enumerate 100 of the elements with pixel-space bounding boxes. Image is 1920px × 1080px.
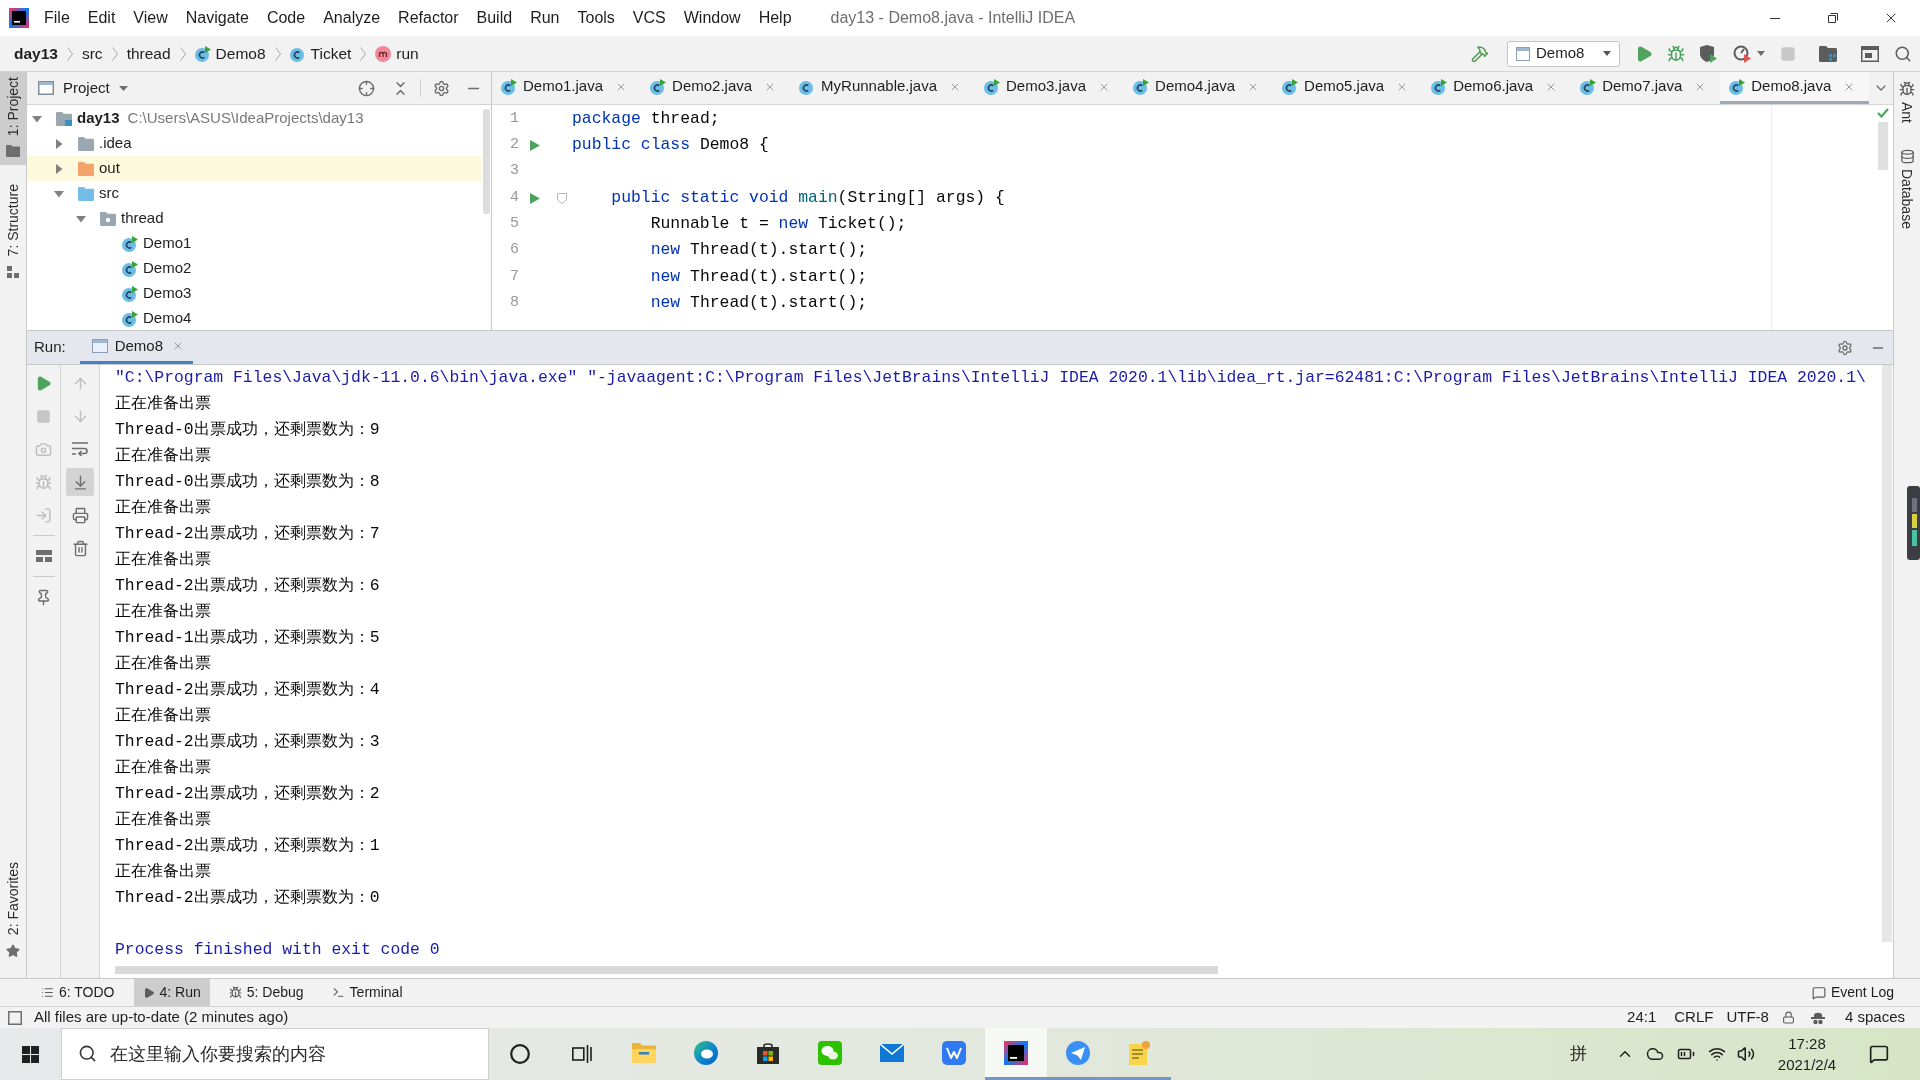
play-icon[interactable] bbox=[35, 374, 52, 392]
editor-tab[interactable]: Demo3.java bbox=[975, 72, 1125, 104]
menu-item[interactable]: File bbox=[35, 4, 79, 32]
hammer-icon[interactable] bbox=[1471, 44, 1489, 63]
editor-tab[interactable]: Demo7.java bbox=[1571, 72, 1721, 104]
printer-icon[interactable] bbox=[71, 506, 89, 524]
menu-item[interactable]: Refactor bbox=[389, 4, 468, 32]
tree-item[interactable]: out bbox=[27, 156, 482, 181]
volume-icon[interactable] bbox=[1737, 1045, 1755, 1063]
tool-window-button[interactable]: Terminal bbox=[322, 979, 412, 1006]
scrollbar[interactable] bbox=[115, 966, 1218, 974]
menu-item[interactable]: Build bbox=[467, 4, 522, 32]
debug-icon[interactable] bbox=[1667, 44, 1685, 63]
tool-window-tab[interactable]: Database bbox=[1894, 143, 1920, 235]
tool-window-button[interactable]: 5: Debug bbox=[219, 979, 313, 1006]
breadcrumb[interactable]: Ticket bbox=[289, 41, 352, 66]
caret-down-icon[interactable] bbox=[76, 213, 86, 224]
square-icon[interactable] bbox=[8, 1010, 22, 1025]
menu-item[interactable]: Code bbox=[257, 4, 315, 32]
event-log-button[interactable]: Event Log bbox=[1811, 979, 1894, 1006]
gauge-play-icon[interactable] bbox=[1733, 44, 1751, 63]
run-icon[interactable] bbox=[1635, 44, 1653, 63]
trash-icon[interactable] bbox=[71, 539, 89, 557]
scrollbar[interactable] bbox=[1882, 365, 1892, 942]
cursor-position[interactable]: 24:1 bbox=[1627, 1006, 1657, 1029]
tree-item[interactable]: Demo2 bbox=[27, 256, 482, 281]
run-marker-icon[interactable] bbox=[530, 192, 540, 204]
caret-down-icon[interactable] bbox=[54, 188, 64, 199]
tool-window-tab[interactable]: Ant bbox=[1894, 75, 1920, 129]
search-icon[interactable] bbox=[1894, 44, 1912, 63]
caret-icon[interactable] bbox=[1757, 51, 1765, 56]
editor-tab[interactable]: Demo1.java bbox=[492, 72, 642, 104]
view-selector[interactable]: Project bbox=[63, 76, 128, 100]
tree-item[interactable]: Demo1 bbox=[27, 231, 482, 256]
breadcrumb[interactable]: thread bbox=[126, 41, 171, 66]
tree-item[interactable]: Demo3 bbox=[27, 281, 482, 306]
tree-item[interactable]: day13 C:\Users\ASUS\IdeaProjects\day13 bbox=[27, 106, 482, 131]
settings-icon[interactable] bbox=[1837, 339, 1853, 356]
tree-item[interactable]: src bbox=[27, 181, 482, 206]
caret-right-icon[interactable] bbox=[54, 138, 64, 149]
scroll-to-end-button[interactable] bbox=[66, 468, 94, 496]
menu-item[interactable]: Navigate bbox=[176, 4, 258, 32]
locate-icon[interactable] bbox=[358, 79, 375, 97]
fold-marker-icon[interactable] bbox=[557, 192, 567, 204]
caret-down-icon[interactable] bbox=[32, 113, 42, 124]
runnable-class-icon bbox=[984, 78, 1000, 95]
breadcrumb[interactable]: day13 bbox=[14, 41, 58, 66]
incognito-icon[interactable] bbox=[1810, 1010, 1825, 1025]
app-logo-icon[interactable] bbox=[9, 8, 29, 28]
line-separator[interactable]: CRLF bbox=[1674, 1006, 1714, 1029]
cloud-icon[interactable] bbox=[1646, 1045, 1664, 1063]
menu-item[interactable]: Tools bbox=[568, 4, 624, 32]
editor-tab[interactable]: Demo4.java bbox=[1124, 72, 1274, 104]
breadcrumb[interactable]: src bbox=[81, 41, 103, 66]
database-icon bbox=[1899, 149, 1915, 164]
lock-icon[interactable] bbox=[1781, 1011, 1795, 1024]
scrollbar[interactable] bbox=[483, 109, 490, 214]
ime-indicator[interactable]: 拼 bbox=[1558, 1028, 1598, 1080]
folder-grid-icon[interactable] bbox=[1819, 45, 1837, 62]
menu-item[interactable]: Help bbox=[749, 4, 801, 32]
editor-tab[interactable]: MyRunnable.java bbox=[790, 72, 975, 104]
menu-item[interactable]: Window bbox=[674, 4, 750, 32]
run-marker-icon[interactable] bbox=[530, 139, 540, 151]
menu-item[interactable]: Edit bbox=[78, 4, 125, 32]
editor-tab[interactable]: Demo6.java bbox=[1422, 72, 1572, 104]
menu-item[interactable]: View bbox=[124, 4, 177, 32]
tree-item[interactable]: .idea bbox=[27, 131, 482, 156]
breadcrumb[interactable]: run bbox=[375, 41, 419, 66]
tree-item[interactable]: thread bbox=[27, 206, 482, 231]
tool-window-button[interactable]: 6: TODO bbox=[32, 979, 124, 1006]
search-field[interactable]: 在这里输入你要搜索的内容 bbox=[61, 1028, 489, 1080]
tool-window-tab[interactable]: 1: Project bbox=[0, 72, 26, 166]
tree-item[interactable]: Demo4 bbox=[27, 306, 482, 331]
scrollbar[interactable] bbox=[1877, 122, 1888, 170]
clock-button[interactable]: 17:28 2021/2/4 bbox=[1760, 1028, 1854, 1080]
tool-window-tab[interactable]: 7: Structure bbox=[0, 179, 26, 286]
editor-tab[interactable]: Demo2.java bbox=[641, 72, 791, 104]
breadcrumb[interactable]: Demo8 bbox=[194, 41, 266, 66]
menu-item[interactable]: VCS bbox=[623, 4, 675, 32]
settings-icon[interactable] bbox=[433, 79, 450, 97]
editor-tab[interactable]: Demo8.java bbox=[1720, 72, 1870, 104]
run-tab[interactable]: Demo8 bbox=[79, 331, 194, 364]
wifi-icon[interactable] bbox=[1707, 1045, 1726, 1063]
console-line: Process finished with exit code 0 bbox=[115, 939, 440, 961]
pin-icon[interactable] bbox=[35, 588, 52, 606]
tool-window-button[interactable]: 4: Run bbox=[133, 979, 210, 1006]
menu-item[interactable]: Analyze bbox=[314, 4, 390, 32]
wrap-icon[interactable] bbox=[72, 442, 88, 456]
notification-icon[interactable] bbox=[1869, 1044, 1889, 1064]
shield-play-icon[interactable] bbox=[1699, 44, 1717, 63]
indent-setting[interactable]: 4 spaces bbox=[1844, 1006, 1905, 1029]
window-icon[interactable] bbox=[1861, 45, 1879, 62]
taskbar-app[interactable] bbox=[985, 1028, 1047, 1080]
run-config-dropdown[interactable]: Demo8 bbox=[1507, 40, 1620, 67]
menu-item[interactable]: Run bbox=[521, 4, 569, 32]
file-encoding[interactable]: UTF-8 bbox=[1726, 1006, 1769, 1029]
layout-icon[interactable] bbox=[35, 550, 52, 562]
editor-tab[interactable]: Demo5.java bbox=[1273, 72, 1423, 104]
tool-window-tab[interactable]: 2: Favorites bbox=[0, 856, 26, 966]
caret-right-icon[interactable] bbox=[54, 163, 64, 174]
